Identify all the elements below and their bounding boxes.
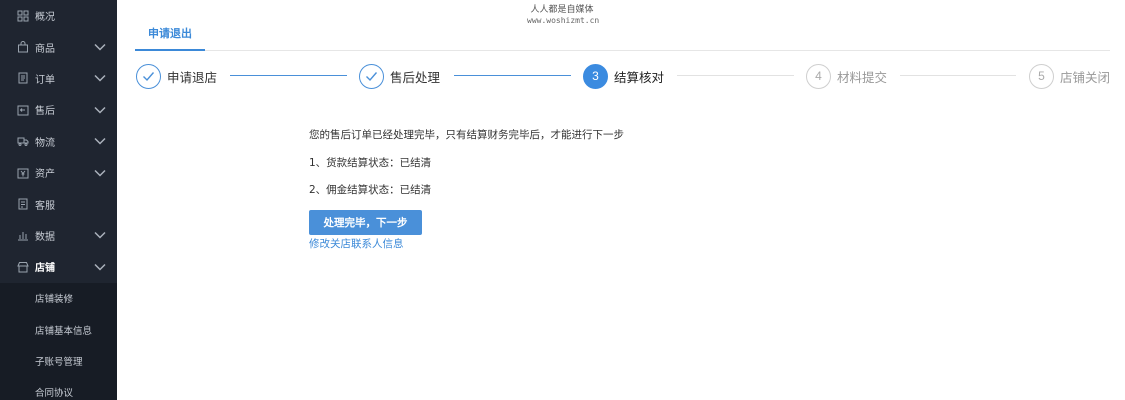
- store-submenu: 店铺装修 店铺基本信息 子账号管理 合同协议: [0, 282, 117, 400]
- service-icon: [17, 198, 29, 210]
- tab-apply-exit[interactable]: 申请退出: [135, 22, 205, 51]
- bar-chart-icon: [17, 229, 29, 241]
- sidebar-item-label: 客服: [35, 200, 55, 212]
- step-5: 5 店铺关闭: [1029, 62, 1110, 90]
- submenu-item-store-decoration[interactable]: 店铺装修: [0, 283, 117, 314]
- sidebar-item-label: 概况: [35, 12, 55, 24]
- chevron-down-icon: [94, 106, 106, 114]
- step-label: 店铺关闭: [1060, 69, 1111, 85]
- step-3: 3 结算核对: [583, 62, 664, 90]
- chevron-down-icon: [94, 263, 106, 271]
- next-step-button[interactable]: 处理完毕，下一步: [309, 210, 422, 235]
- sidebar-item-overview[interactable]: 概况: [0, 0, 117, 31]
- chevron-down-icon: [94, 75, 106, 83]
- store-icon: [17, 261, 29, 273]
- step-2: 售后处理: [359, 62, 440, 90]
- bag-icon: [17, 41, 29, 53]
- commission-status: 2、佣金结算状态：已结清: [309, 184, 432, 196]
- return-box-icon: [17, 104, 29, 116]
- truck-icon: [17, 135, 29, 147]
- step-number: 3: [583, 63, 608, 89]
- main-content: 人人都是自媒体 www.woshizmt.cn 申请退出 申请退店 售后处理 3…: [117, 0, 1125, 400]
- sidebar-item-label: 资产: [35, 169, 55, 181]
- step-label: 材料提交: [837, 69, 888, 85]
- sidebar-item-label: 店铺: [35, 263, 55, 275]
- step-1: 申请退店: [136, 62, 217, 90]
- grid-icon: [17, 10, 29, 22]
- step-label: 结算核对: [614, 69, 665, 85]
- wallet-icon: [17, 167, 29, 179]
- sidebar-item-assets[interactable]: 资产: [0, 157, 117, 188]
- step-label: 申请退店: [167, 69, 218, 85]
- step-number: 4: [806, 63, 831, 89]
- sidebar-item-label: 商品: [35, 43, 55, 55]
- chevron-down-icon: [94, 44, 106, 51]
- step-connector: [454, 75, 571, 76]
- tab-bar: 申请退出: [135, 22, 1110, 51]
- sidebar-item-products[interactable]: 商品: [0, 31, 117, 62]
- payment-status: 1、货款结算状态：已结清: [309, 157, 432, 169]
- sidebar: 概况 商品 订单 售后 物流 资产 客服 数据 店铺 店铺装修 店铺基本信息 子…: [0, 0, 117, 400]
- step-connector: [900, 75, 1016, 76]
- document-icon: [17, 72, 29, 84]
- progress-steps: 申请退店 售后处理 3 结算核对 4 材料提交 5 店铺关闭: [117, 62, 1125, 92]
- sidebar-item-logistics[interactable]: 物流: [0, 126, 117, 157]
- check-icon: [136, 63, 161, 89]
- check-icon: [359, 63, 384, 89]
- step-4: 4 材料提交: [806, 62, 887, 90]
- sidebar-item-label: 物流: [35, 137, 55, 149]
- step-connector: [677, 75, 794, 76]
- intro-text: 您的售后订单已经处理完毕，只有结算财务完毕后，才能进行下一步: [309, 129, 624, 141]
- edit-contact-link[interactable]: 修改关店联系人信息: [309, 236, 404, 251]
- submenu-item-contract[interactable]: 合同协议: [0, 377, 117, 400]
- sidebar-item-after-sales[interactable]: 售后: [0, 94, 117, 125]
- sidebar-item-orders[interactable]: 订单: [0, 63, 117, 94]
- app-root: 概况 商品 订单 售后 物流 资产 客服 数据 店铺 店铺装修 店铺基本信息 子…: [0, 0, 1125, 400]
- step-label: 售后处理: [390, 69, 441, 85]
- chevron-down-icon: [94, 169, 106, 177]
- sidebar-item-data[interactable]: 数据: [0, 220, 117, 251]
- sidebar-item-label: 售后: [35, 106, 55, 118]
- chevron-down-icon: [94, 138, 106, 145]
- submenu-item-sub-accounts[interactable]: 子账号管理: [0, 345, 117, 376]
- watermark-title: 人人都是自媒体: [530, 5, 594, 15]
- submenu-item-store-info[interactable]: 店铺基本信息: [0, 314, 117, 345]
- step-connector: [230, 75, 347, 76]
- step-number: 5: [1029, 63, 1054, 89]
- chevron-down-icon: [94, 232, 106, 239]
- sidebar-item-label: 数据: [35, 231, 55, 243]
- sidebar-item-label: 订单: [35, 74, 55, 86]
- sidebar-item-customer-service[interactable]: 客服: [0, 188, 117, 219]
- sidebar-item-store[interactable]: 店铺: [0, 251, 117, 282]
